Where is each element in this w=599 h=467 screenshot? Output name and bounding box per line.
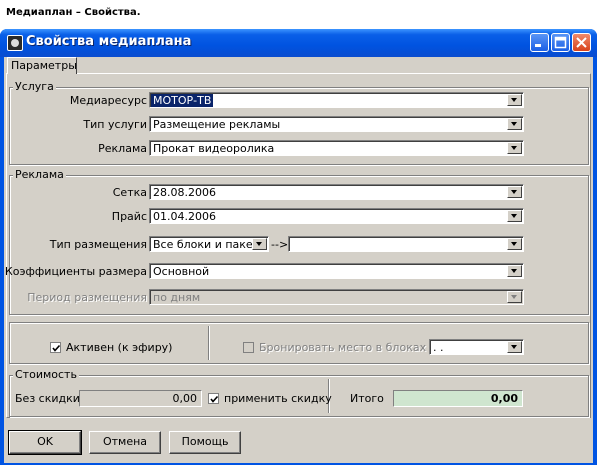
dropdown-arrow-icon[interactable] [507, 94, 522, 106]
active-label[interactable]: Активен (к эфиру) [66, 341, 172, 354]
price-label: Прайс [111, 210, 147, 223]
help-button[interactable]: Помощь [169, 431, 241, 454]
grid-value: 28.08.2006 [153, 186, 216, 199]
dropdown-arrow-icon[interactable] [507, 186, 522, 198]
dropdown-arrow-icon[interactable] [507, 265, 522, 277]
advertising-label: Реклама [98, 142, 147, 155]
reserve-label: Бронировать место в блоках до [259, 341, 444, 354]
total-label: Итого [350, 392, 384, 405]
placement-type-combo[interactable]: Все блоки и пакеті [149, 236, 269, 252]
placement-period-value: по дням [153, 291, 201, 304]
placement-type-value: Все блоки и пакеті [153, 238, 263, 251]
placement-period-label: Период размещения [27, 291, 147, 304]
mediaresource-combo[interactable]: МОТОР-ТВ [149, 92, 524, 108]
grid-label: Сетка [112, 186, 147, 199]
tab-parameters[interactable]: Параметры [7, 57, 77, 74]
reserve-date-combo[interactable]: . . [429, 339, 524, 355]
placement-type-label: Тип размещения [49, 238, 147, 251]
page-caption: Медиаплан – Свойства. [6, 7, 141, 18]
maximize-button[interactable] [551, 33, 570, 52]
minimize-button[interactable] [530, 33, 549, 52]
placement-arrow-label: --> [271, 238, 289, 251]
dropdown-arrow-icon[interactable] [507, 341, 522, 353]
reserve-date-value: . . [433, 341, 444, 354]
apply-discount-checkbox[interactable] [208, 393, 219, 404]
dropdown-arrow-icon[interactable] [507, 238, 522, 250]
total-value: 0,00 [393, 390, 523, 407]
grid-combo[interactable]: 28.08.2006 [149, 184, 524, 200]
cancel-button[interactable]: Отмена [89, 431, 161, 454]
placement-period-combo: по дням [149, 289, 524, 305]
price-combo[interactable]: 01.04.2006 [149, 208, 524, 224]
advertising-value: Прокат видеоролика [153, 142, 275, 155]
active-checkbox[interactable] [50, 342, 61, 353]
no-discount-label: Без скидки [15, 392, 80, 405]
dropdown-arrow-icon [507, 291, 522, 303]
apply-discount-label[interactable]: применить скидку [224, 392, 332, 405]
status-divider [208, 326, 210, 360]
checkmark-icon [210, 395, 219, 403]
size-coefficients-combo[interactable]: Основной [149, 263, 524, 279]
ok-button[interactable]: OK [8, 430, 82, 455]
close-icon [576, 37, 587, 48]
dropdown-arrow-icon[interactable] [252, 238, 267, 250]
size-coefficients-value: Основной [153, 265, 210, 278]
advertising-combo[interactable]: Прокат видеоролика [149, 140, 524, 156]
app-icon [7, 35, 23, 51]
service-type-label: Тип услуги [83, 118, 147, 131]
mediaresource-label: Медиаресурс [69, 94, 147, 107]
no-discount-value: 0,00 [79, 390, 202, 407]
service-type-value: Размещение рекламы [153, 118, 281, 131]
reserve-checkbox [243, 342, 254, 353]
group-reklama-legend: Реклама [13, 168, 66, 181]
window-title: Свойства медиаплана [26, 34, 192, 49]
group-cost-legend: Стоимость [13, 368, 79, 381]
group-usluga-legend: Услуга [13, 80, 56, 93]
dropdown-arrow-icon[interactable] [507, 210, 522, 222]
checkmark-icon [52, 344, 61, 352]
size-coefficients-label: Коэффициенты размера [4, 265, 147, 278]
placement-type-combo-2[interactable] [288, 236, 524, 252]
minimize-icon [535, 44, 541, 47]
service-type-combo[interactable]: Размещение рекламы [149, 116, 524, 132]
close-button[interactable] [572, 33, 591, 52]
dropdown-arrow-icon[interactable] [507, 118, 522, 130]
mediaresource-value: МОТОР-ТВ [151, 94, 214, 107]
maximize-icon [554, 36, 567, 49]
dropdown-arrow-icon[interactable] [507, 142, 522, 154]
price-value: 01.04.2006 [153, 210, 216, 223]
